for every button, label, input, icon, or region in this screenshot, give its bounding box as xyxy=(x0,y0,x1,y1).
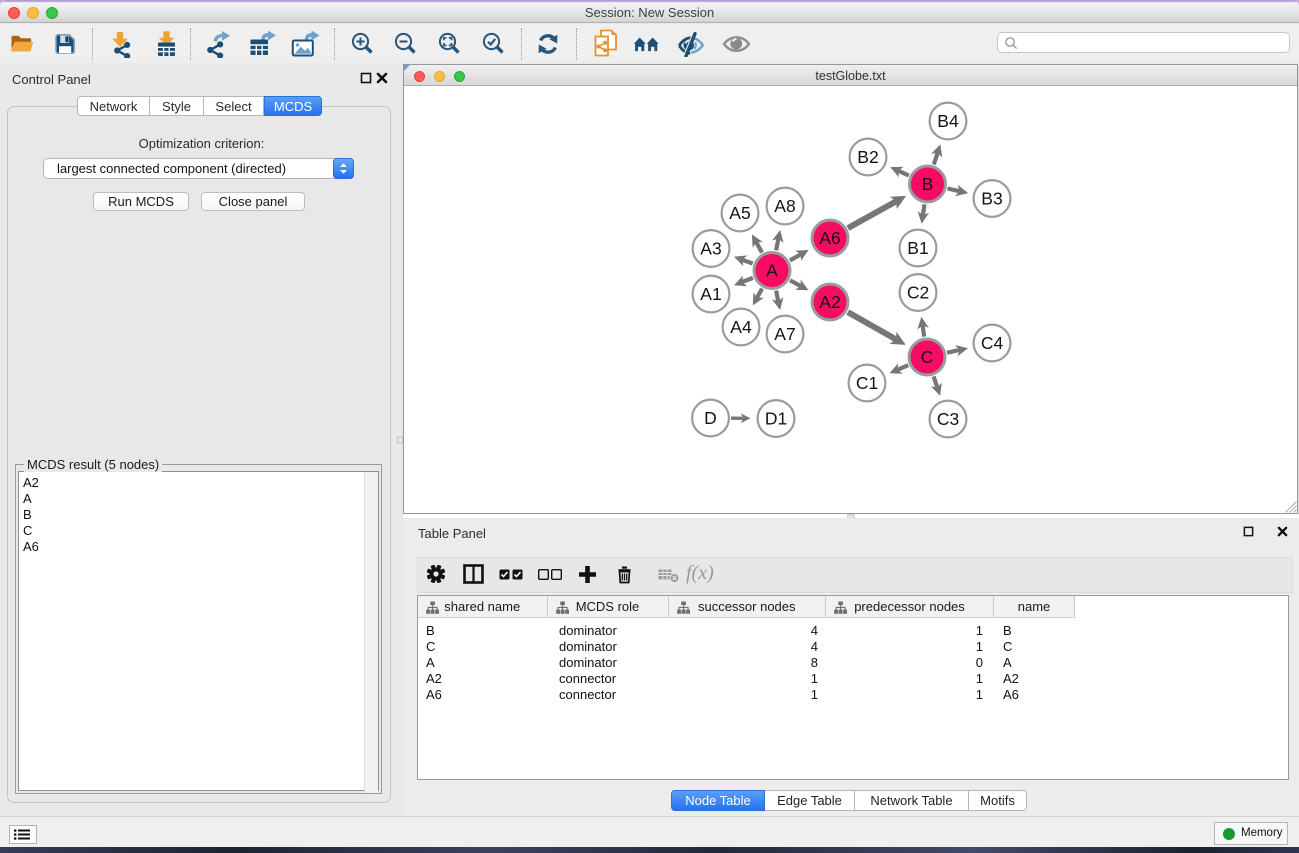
svg-text:B2: B2 xyxy=(857,147,878,167)
svg-text:A1: A1 xyxy=(700,284,721,304)
svg-text:B4: B4 xyxy=(937,111,959,131)
svg-text:A6: A6 xyxy=(819,228,840,248)
svg-text:A7: A7 xyxy=(774,324,795,344)
svg-text:C2: C2 xyxy=(907,283,929,303)
svg-text:C: C xyxy=(921,347,934,367)
svg-text:A8: A8 xyxy=(774,196,795,216)
svg-text:B1: B1 xyxy=(907,238,928,258)
svg-text:D1: D1 xyxy=(765,409,787,429)
svg-text:D: D xyxy=(704,408,717,428)
svg-text:A4: A4 xyxy=(730,317,752,337)
svg-text:B3: B3 xyxy=(981,189,1002,209)
svg-text:A2: A2 xyxy=(819,292,840,312)
svg-text:A3: A3 xyxy=(700,239,721,259)
svg-text:B: B xyxy=(922,174,934,194)
svg-text:C1: C1 xyxy=(856,373,878,393)
svg-text:C3: C3 xyxy=(937,409,959,429)
svg-text:A: A xyxy=(766,261,778,281)
svg-text:A5: A5 xyxy=(729,203,750,223)
svg-text:C4: C4 xyxy=(981,333,1004,353)
